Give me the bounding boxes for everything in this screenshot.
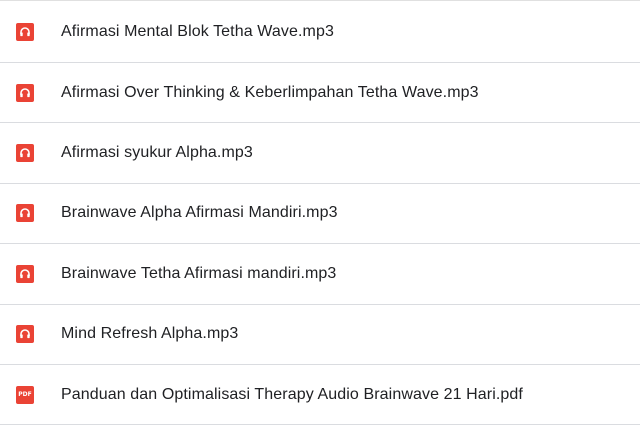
file-list: Afirmasi Mental Blok Tetha Wave.mp3 Afir… (0, 0, 640, 443)
file-name: Panduan dan Optimalisasi Therapy Audio B… (61, 385, 523, 403)
file-name: Brainwave Alpha Afirmasi Mandiri.mp3 (61, 204, 338, 222)
file-row[interactable]: Brainwave Alpha Afirmasi Mandiri.mp3 (0, 184, 640, 245)
file-name: Mind Refresh Alpha.mp3 (61, 325, 239, 343)
file-row[interactable]: Afirmasi Mental Blok Tetha Wave.mp3 (0, 1, 640, 63)
file-row[interactable]: PDF Panduan dan Optimalisasi Therapy Aud… (0, 365, 640, 426)
file-row[interactable]: Afirmasi Over Thinking & Keberlimpahan T… (0, 63, 640, 124)
pdf-icon: PDF (16, 385, 34, 404)
file-row[interactable]: Afirmasi syukur Alpha.mp3 (0, 123, 640, 184)
file-name: Afirmasi Mental Blok Tetha Wave.mp3 (61, 22, 334, 40)
headphones-icon (16, 264, 34, 283)
headphones-icon (16, 204, 34, 223)
file-row[interactable]: Brainwave Tetha Afirmasi mandiri.mp3 (0, 244, 640, 305)
headphones-icon (16, 22, 34, 41)
file-row[interactable]: Mind Refresh Alpha.mp3 (0, 305, 640, 365)
pdf-icon-label: PDF (18, 391, 32, 399)
headphones-icon (16, 83, 34, 102)
headphones-icon (16, 144, 34, 163)
file-name: Afirmasi Over Thinking & Keberlimpahan T… (61, 83, 479, 101)
file-name: Afirmasi syukur Alpha.mp3 (61, 144, 253, 162)
headphones-icon (16, 325, 34, 344)
file-name: Brainwave Tetha Afirmasi mandiri.mp3 (61, 264, 337, 282)
